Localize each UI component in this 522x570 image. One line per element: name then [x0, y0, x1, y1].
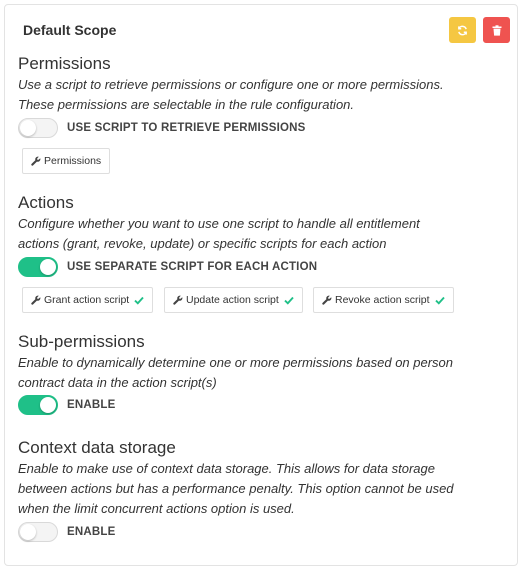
grant-action-script-label: Grant action script: [44, 294, 130, 306]
grant-action-script-button[interactable]: Grant action script: [22, 287, 154, 313]
delete-button[interactable]: [483, 17, 510, 43]
sub-permissions-section: Sub-permissions Enable to dynamically de…: [18, 332, 508, 393]
sub-permissions-desc-line1: Enable to dynamically determine one or m…: [18, 355, 454, 370]
context-storage-enable-toggle[interactable]: [18, 522, 58, 542]
sub-permissions-toggle-label: ENABLE: [67, 399, 116, 411]
actions-desc-line2: actions (grant, revoke, update) or speci…: [18, 236, 387, 251]
sub-permissions-desc-line2: contract data in the action script(s): [18, 375, 217, 390]
permissions-desc-line1: Use a script to retrieve permissions or …: [18, 77, 444, 92]
wrench-icon: [173, 295, 183, 305]
actions-toggle-row: USE SEPARATE SCRIPT FOR EACH ACTION: [18, 257, 317, 277]
context-storage-desc-line1: Enable to make use of context data stora…: [18, 461, 435, 476]
wrench-icon: [31, 156, 41, 166]
sub-permissions-toggle-row: ENABLE: [18, 395, 115, 415]
context-storage-toggle-row: ENABLE: [18, 522, 115, 542]
context-storage-title: Context data storage: [18, 438, 176, 457]
context-storage-desc-line2: between actions but has a performance pe…: [18, 481, 454, 496]
wrench-icon: [322, 295, 332, 305]
check-icon: [434, 296, 445, 305]
wrench-icon: [31, 295, 41, 305]
trash-icon: [492, 24, 501, 36]
panel-title: Default Scope: [23, 22, 117, 38]
permissions-section: Permissions Use a script to retrieve per…: [18, 54, 508, 115]
check-icon: [284, 296, 294, 305]
context-storage-section: Context data storage Enable to make use …: [18, 438, 508, 519]
sub-permissions-title: Sub-permissions: [18, 332, 145, 351]
actions-desc-line1: Configure whether you want to use one sc…: [18, 216, 420, 231]
permissions-button[interactable]: Permissions: [22, 148, 111, 174]
permissions-toggle-label: USE SCRIPT TO RETRIEVE PERMISSIONS: [67, 122, 306, 134]
use-script-permissions-toggle[interactable]: [18, 118, 58, 138]
update-action-script-label: Update action script: [186, 294, 279, 306]
permissions-button-label: Permissions: [44, 155, 102, 167]
separate-script-toggle[interactable]: [18, 257, 58, 277]
actions-section: Actions Configure whether you want to us…: [18, 193, 508, 254]
permissions-toggle-row: USE SCRIPT TO RETRIEVE PERMISSIONS: [18, 118, 306, 138]
actions-toggle-label: USE SEPARATE SCRIPT FOR EACH ACTION: [67, 261, 318, 273]
refresh-button[interactable]: [449, 17, 476, 43]
context-storage-desc-line3: when the limit concurrent actions option…: [18, 501, 295, 516]
check-icon: [134, 296, 144, 305]
context-storage-toggle-label: ENABLE: [67, 526, 116, 538]
revoke-action-script-button[interactable]: Revoke action script: [313, 287, 454, 313]
refresh-icon: [458, 25, 467, 35]
revoke-action-script-label: Revoke action script: [335, 294, 430, 306]
actions-title: Actions: [18, 193, 74, 212]
permissions-desc-line2: These permissions are selectable in the …: [18, 97, 355, 112]
sub-permissions-enable-toggle[interactable]: [18, 395, 58, 415]
update-action-script-button[interactable]: Update action script: [164, 287, 303, 313]
permissions-title: Permissions: [18, 54, 111, 73]
